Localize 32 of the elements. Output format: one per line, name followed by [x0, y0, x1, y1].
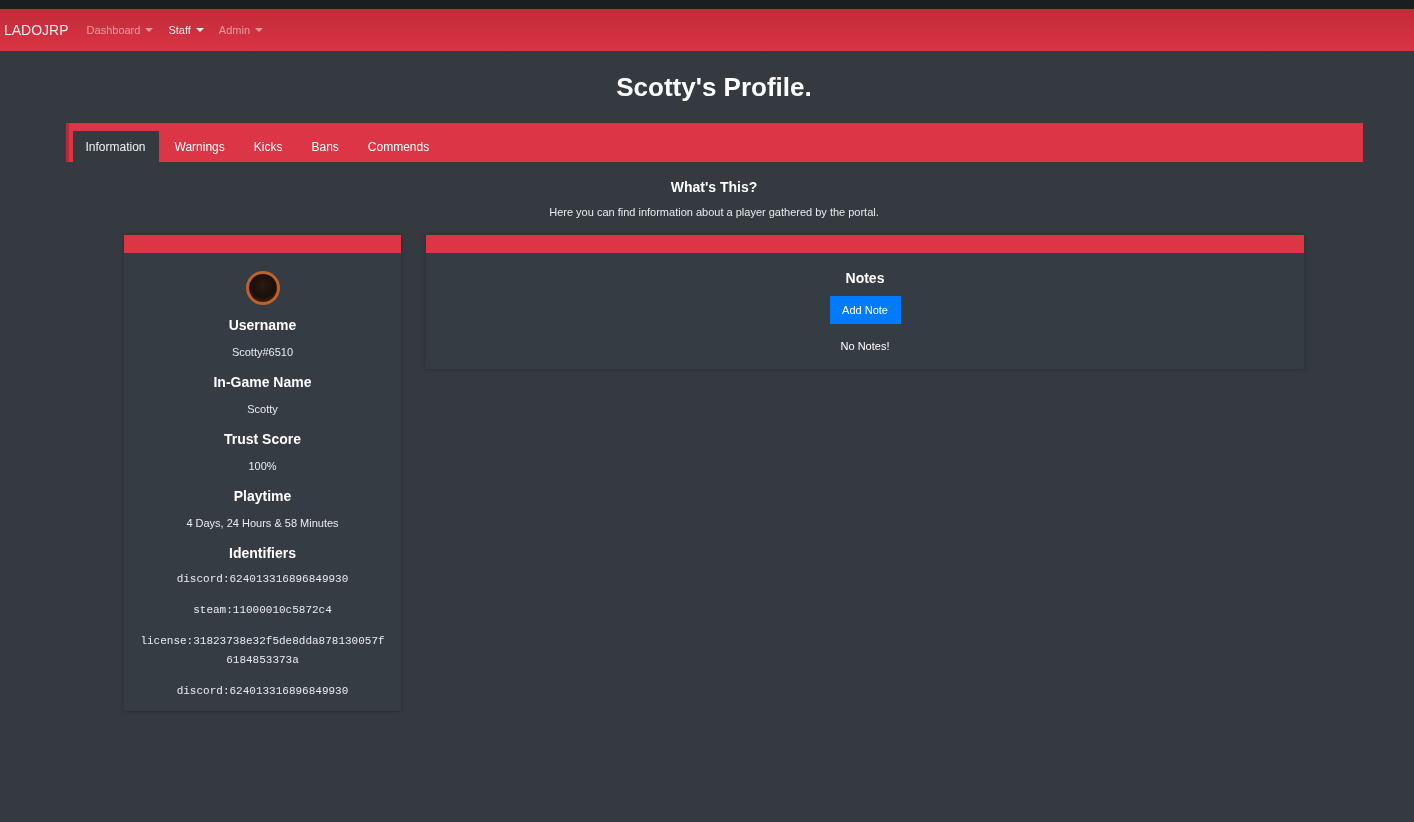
add-note-button[interactable]: Add Note: [829, 296, 901, 324]
field-label: In-Game Name: [213, 373, 312, 392]
notes-heading: Notes: [845, 269, 885, 288]
identifier-text: license:31823738e32f5de8dda878130057f6184853373a: [139, 634, 386, 668]
caret-icon: [145, 28, 154, 32]
tab[interactable]: Bans: [298, 131, 352, 162]
field-label: Trust Score: [224, 430, 301, 449]
field-value: Scotty#6510: [231, 345, 294, 360]
nav-link[interactable]: Dashboard: [86, 22, 154, 38]
nav-link[interactable]: Staff: [168, 22, 204, 38]
identifier-text: discord:624013316896849930: [176, 684, 349, 699]
empty-notes-text: No Notes!: [840, 339, 890, 354]
brand-link[interactable]: LADOJRP: [4, 20, 69, 40]
field-value: 100%: [248, 459, 277, 474]
field-label: Identifiers: [229, 544, 296, 563]
identifier-text: steam:11000010c5872c4: [193, 603, 332, 618]
page-title: Scotty's Profile.: [616, 71, 812, 103]
field-value: 4 Days, 24 Hours & 58 Minutes: [186, 516, 339, 531]
nav-link[interactable]: Admin: [218, 22, 264, 38]
tab[interactable]: Warnings: [161, 131, 238, 162]
field-label: Playtime: [233, 487, 292, 506]
field-value: Scotty: [247, 402, 278, 417]
caret-icon: [255, 28, 264, 32]
caret-icon: [195, 28, 204, 32]
description-text: Here you can find information about a player gathered by the portal.: [549, 205, 879, 220]
tab[interactable]: Information: [72, 131, 159, 162]
tab[interactable]: Kicks: [240, 131, 296, 162]
avatar-icon: [244, 270, 281, 306]
field-label: Username: [228, 316, 297, 335]
section-heading: What's This?: [670, 178, 758, 197]
identifier-text: discord:624013316896849930: [176, 572, 349, 587]
tab[interactable]: Commends: [354, 131, 443, 162]
